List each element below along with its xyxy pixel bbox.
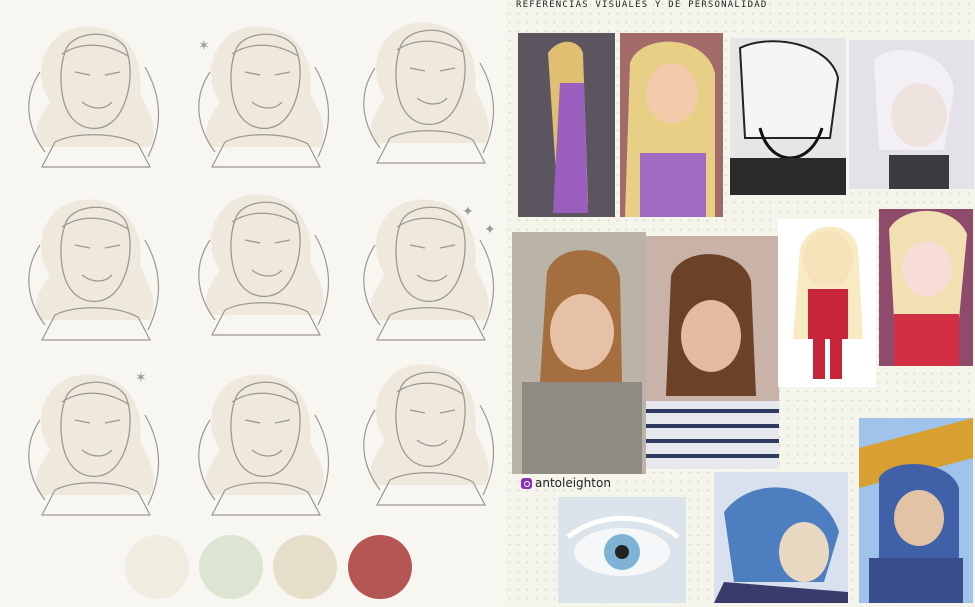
sparkle-icon: ✦ <box>484 222 496 238</box>
sparkle-icon: ✶ <box>198 38 210 54</box>
board-title: REFERENCIAS VISUALES Y DE PERSONALIDAD <box>516 0 768 10</box>
instagram-icon <box>521 477 532 489</box>
reference-photo-white-hair-manga <box>730 38 846 195</box>
sketch-disgusted <box>190 180 340 340</box>
sketch-side-profile <box>190 360 340 520</box>
sketch-sobbing <box>355 350 505 510</box>
reference-photo-rapunzel-full-body <box>518 33 615 217</box>
palette-swatch-cream <box>125 535 189 599</box>
sketch-shocked-shouting <box>190 12 340 172</box>
reference-photo-jojo-manga-1 <box>714 472 848 603</box>
sparkle-icon: ✦ <box>462 204 474 220</box>
reference-photo-rapunzel-portrait <box>620 33 723 217</box>
reference-photo-blue-eye <box>558 497 686 603</box>
reference-photo-charlie-fullbody <box>778 219 876 387</box>
instagram-handle: antoleighton <box>521 476 611 490</box>
palette-swatch-beige <box>273 535 337 599</box>
palette-swatch-sage <box>199 535 263 599</box>
sketch-grinning-wave <box>355 8 505 168</box>
reference-photo-youtuber-2 <box>646 236 779 469</box>
sketch-yelling <box>20 360 170 520</box>
sketch-crying <box>20 185 170 345</box>
reference-photo-youtuber-1 <box>512 232 646 474</box>
sketch-excited-shout <box>355 185 505 345</box>
handle-text: antoleighton <box>535 476 611 490</box>
palette-swatch-red <box>348 535 412 599</box>
reference-photo-white-hair-portrait <box>849 40 974 189</box>
reference-photo-charlie-portrait <box>879 209 973 366</box>
sketch-laughing <box>20 12 170 172</box>
expression-sheet: ✶ ✦ ✦ ✶ <box>0 0 505 607</box>
reference-photo-jojo-manga-2 <box>859 418 973 603</box>
sparkle-icon: ✶ <box>135 370 147 386</box>
